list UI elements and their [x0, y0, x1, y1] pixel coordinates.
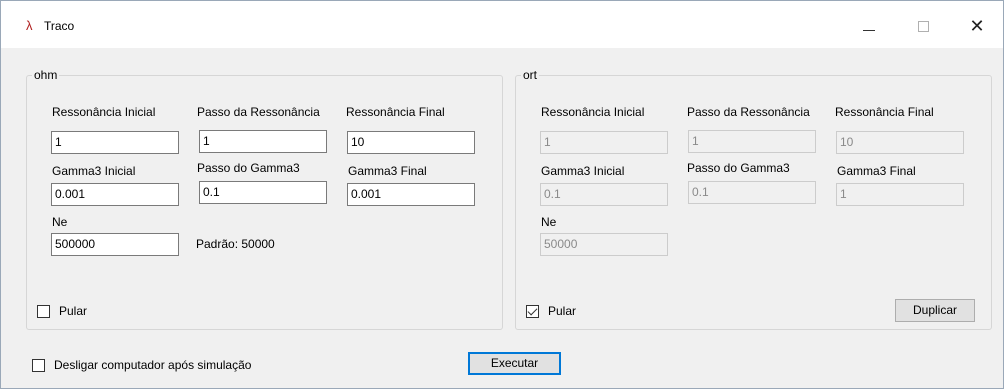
- ohm-g3-end-input[interactable]: 0.001: [347, 183, 475, 206]
- window-title: Traco: [44, 19, 75, 33]
- ohm-res-end-label: Ressonância Final: [346, 105, 445, 119]
- ort-res-ini-label: Ressonância Inicial: [541, 105, 645, 119]
- maximize-button: [908, 15, 938, 37]
- ohm-default-hint: Padrão: 50000: [196, 237, 275, 251]
- minimize-button[interactable]: [854, 15, 884, 37]
- ort-g3-end-label: Gamma3 Final: [837, 164, 916, 178]
- ohm-g3-ini-input[interactable]: 0.001: [51, 183, 179, 206]
- title-bar[interactable]: λ Traco ✕: [1, 1, 1003, 48]
- ort-res-end-input: 10: [836, 131, 964, 154]
- minimize-icon: [863, 29, 875, 31]
- run-button[interactable]: Executar: [468, 352, 561, 375]
- ort-g3-ini-input: 0.1: [540, 183, 668, 206]
- ohm-g3-step-label: Passo do Gamma3: [197, 161, 300, 175]
- lambda-icon: λ: [26, 18, 33, 33]
- ohm-res-ini-label: Ressonância Inicial: [52, 105, 156, 119]
- ort-ne-input: 50000: [540, 233, 668, 256]
- close-button[interactable]: ✕: [962, 15, 992, 37]
- ort-ne-label: Ne: [541, 215, 557, 229]
- ohm-res-step-label: Passo da Ressonância: [197, 105, 320, 119]
- ohm-res-ini-input[interactable]: 1: [51, 131, 179, 154]
- ort-group-legend: ort: [523, 68, 538, 82]
- ort-g3-step-label: Passo do Gamma3: [687, 161, 790, 175]
- ort-skip-label[interactable]: Pular: [548, 304, 576, 318]
- ort-g3-step-input: 0.1: [688, 181, 816, 204]
- ort-skip-checkbox[interactable]: [526, 305, 539, 318]
- maximize-icon: [917, 20, 929, 32]
- ohm-res-step-input[interactable]: 1: [199, 130, 327, 153]
- ohm-skip-label[interactable]: Pular: [59, 304, 87, 318]
- ohm-g3-ini-label: Gamma3 Inicial: [52, 164, 136, 178]
- main-window: λ Traco ✕ ohm Ressonância Inicial Passo …: [0, 0, 1004, 389]
- ohm-ne-label: Ne: [52, 215, 68, 229]
- ort-res-end-label: Ressonância Final: [835, 105, 934, 119]
- shutdown-label[interactable]: Desligar computador após simulação: [54, 358, 251, 372]
- ohm-group-legend: ohm: [34, 68, 58, 82]
- ohm-ne-input[interactable]: 500000: [51, 233, 179, 256]
- ohm-skip-checkbox[interactable]: [37, 305, 50, 318]
- ort-res-step-label: Passo da Ressonância: [687, 105, 810, 119]
- ohm-g3-step-input[interactable]: 0.1: [199, 181, 327, 204]
- ort-g3-end-input: 1: [836, 183, 964, 206]
- ohm-res-end-input[interactable]: 10: [347, 131, 475, 154]
- ort-res-step-input: 1: [688, 130, 816, 153]
- shutdown-checkbox[interactable]: [32, 359, 45, 372]
- ort-g3-ini-label: Gamma3 Inicial: [541, 164, 625, 178]
- ohm-g3-end-label: Gamma3 Final: [348, 164, 427, 178]
- ort-res-ini-input: 1: [540, 131, 668, 154]
- close-icon: ✕: [969, 16, 985, 36]
- duplicate-button[interactable]: Duplicar: [895, 299, 975, 322]
